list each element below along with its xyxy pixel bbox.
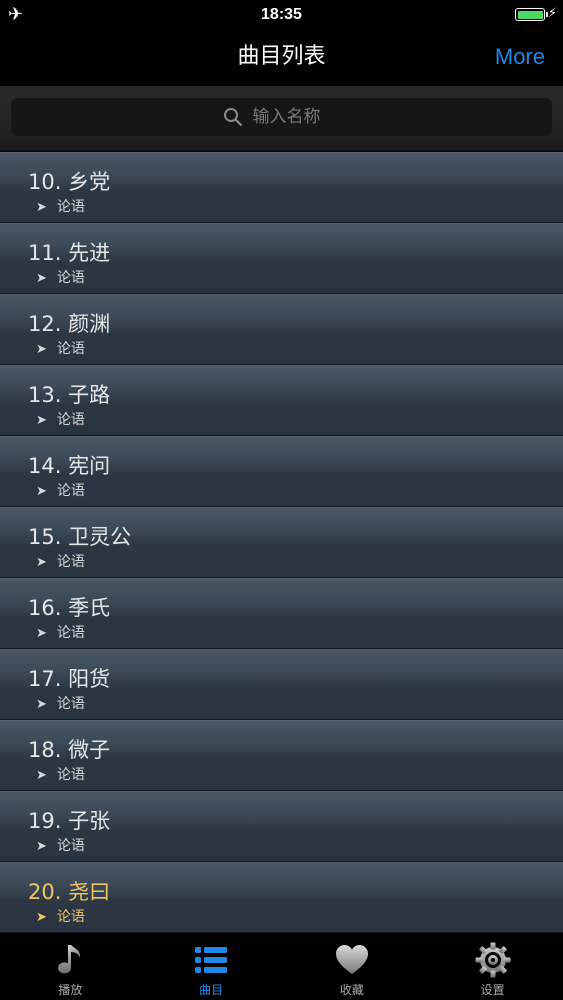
track-subtitle: ➤ 论语 — [36, 837, 85, 856]
track-title: 19. 子张 — [28, 809, 111, 833]
track-list: 10. 乡党 ➤ 论语 11. 先进 ➤ 论语 12. 颜渊 ➤ 论语 13. 子路 … — [0, 152, 563, 933]
tab-play-label: 播放 — [58, 983, 83, 997]
track-source: 论语 — [56, 909, 85, 925]
track-title: 12. 颜渊 — [28, 312, 111, 336]
play-arrow-icon: ➤ — [36, 413, 47, 428]
play-arrow-icon: ➤ — [36, 484, 47, 499]
tab-favorites[interactable]: 收藏 — [282, 933, 423, 1000]
track-subtitle: ➤ 论语 — [36, 411, 85, 430]
play-arrow-icon: ➤ — [36, 626, 47, 641]
list-item[interactable]: 17. 阳货 ➤ 论语 — [0, 649, 563, 720]
list-item[interactable]: 10. 乡党 ➤ 论语 — [0, 152, 563, 223]
track-subtitle: ➤ 论语 — [36, 695, 85, 714]
track-source: 论语 — [56, 696, 85, 712]
track-title: 13. 子路 — [28, 383, 111, 407]
battery-icon — [515, 8, 548, 21]
list-icon — [195, 947, 228, 973]
track-source: 论语 — [56, 270, 85, 286]
track-source: 论语 — [56, 767, 85, 783]
list-item[interactable]: 12. 颜渊 ➤ 论语 — [0, 294, 563, 365]
track-subtitle: ➤ 论语 — [36, 482, 85, 501]
tab-favorites-label: 收藏 — [339, 983, 364, 997]
search-input[interactable] — [252, 107, 341, 127]
tab-tracks[interactable]: 曲目 — [141, 933, 282, 1000]
list-item[interactable]: 19. 子张 ➤ 论语 — [0, 791, 563, 862]
tab-settings[interactable]: 设置 — [422, 933, 563, 1000]
track-source: 论语 — [56, 483, 85, 499]
track-title: 14. 宪问 — [28, 454, 111, 478]
track-subtitle: ➤ 论语 — [36, 553, 85, 572]
list-item-now-playing[interactable]: 20. 尧曰 ➤ 论语 — [0, 862, 563, 933]
list-item[interactable]: 13. 子路 ➤ 论语 — [0, 365, 563, 436]
tab-bar: 播放 曲目 收藏 设置 — [0, 933, 563, 1000]
track-title: 15. 卫灵公 — [28, 525, 132, 549]
status-time: 18:35 — [261, 6, 302, 23]
play-arrow-icon: ➤ — [36, 697, 47, 712]
play-arrow-icon: ➤ — [36, 342, 47, 357]
track-source: 论语 — [56, 412, 85, 428]
search-field[interactable] — [11, 98, 552, 136]
track-title: 11. 先进 — [28, 241, 111, 265]
track-source: 论语 — [56, 838, 85, 854]
search-bar — [0, 86, 563, 151]
play-arrow-icon: ➤ — [36, 555, 47, 570]
tab-settings-label: 设置 — [480, 983, 505, 997]
play-arrow-icon: ➤ — [36, 910, 47, 925]
list-item[interactable]: 16. 季氏 ➤ 论语 — [0, 578, 563, 649]
music-note-icon — [58, 945, 81, 974]
more-button[interactable]: More — [495, 42, 545, 72]
track-title: 18. 微子 — [28, 738, 111, 762]
charging-icon: ⚡ — [547, 6, 557, 21]
navigation-bar: 曲目列表 More — [0, 30, 563, 86]
list-item[interactable]: 11. 先进 ➤ 论语 — [0, 223, 563, 294]
search-icon — [223, 108, 242, 127]
track-title: 16. 季氏 — [28, 596, 111, 620]
track-source: 论语 — [56, 341, 85, 357]
track-title: 17. 阳货 — [28, 667, 111, 691]
page-title: 曲目列表 — [237, 44, 326, 69]
track-source: 论语 — [56, 625, 85, 641]
track-subtitle: ➤ 论语 — [36, 269, 85, 288]
track-subtitle: ➤ 论语 — [36, 766, 85, 785]
track-subtitle: ➤ 论语 — [36, 624, 85, 643]
gear-icon — [475, 942, 511, 978]
status-bar: ✈ 18:35 ⚡ — [0, 0, 563, 30]
track-subtitle: ➤ 论语 — [36, 908, 85, 927]
track-title: 10. 乡党 — [28, 170, 111, 194]
track-subtitle: ➤ 论语 — [36, 198, 85, 217]
track-subtitle: ➤ 论语 — [36, 340, 85, 359]
play-arrow-icon: ➤ — [36, 839, 47, 854]
play-arrow-icon: ➤ — [36, 200, 47, 215]
track-source: 论语 — [56, 199, 85, 215]
list-item[interactable]: 18. 微子 ➤ 论语 — [0, 720, 563, 791]
heart-icon — [335, 945, 368, 974]
list-item[interactable]: 14. 宪问 ➤ 论语 — [0, 436, 563, 507]
list-item[interactable]: 15. 卫灵公 ➤ 论语 — [0, 507, 563, 578]
play-arrow-icon: ➤ — [36, 271, 47, 286]
play-arrow-icon: ➤ — [36, 768, 47, 783]
track-source: 论语 — [56, 554, 85, 570]
tab-play[interactable]: 播放 — [0, 933, 141, 1000]
tab-tracks-label: 曲目 — [199, 983, 224, 997]
track-title: 20. 尧曰 — [28, 880, 111, 904]
